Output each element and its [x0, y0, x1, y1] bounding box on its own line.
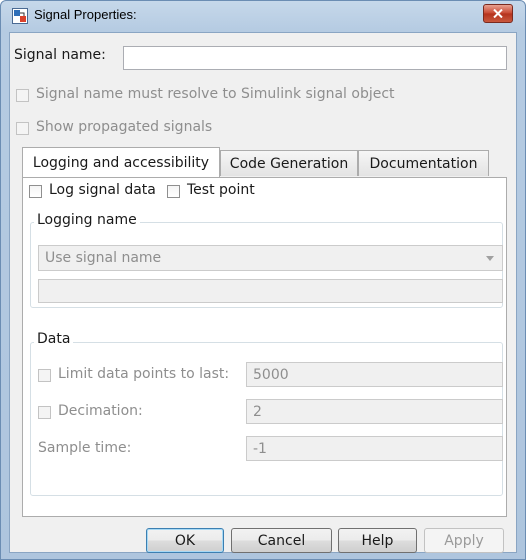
tab-label: Logging and accessibility: [32, 154, 210, 171]
ok-button-label: OK: [174, 532, 196, 549]
logging-name-field[interactable]: [38, 279, 503, 303]
dialog-window: Signal Properties: Signal name: Signal n…: [0, 0, 526, 560]
tab-label: Code Generation: [229, 155, 349, 172]
close-icon: [493, 9, 503, 18]
decimation-input[interactable]: 2: [246, 399, 503, 424]
tab-code-generation[interactable]: Code Generation: [220, 150, 358, 176]
limit-data-points-label: Limit data points to last:: [58, 366, 230, 382]
log-signal-data-checkbox[interactable]: [29, 185, 42, 198]
close-button[interactable]: [483, 4, 513, 23]
decimation-label: Decimation:: [58, 403, 143, 419]
tab-documentation[interactable]: Documentation: [358, 150, 489, 176]
show-propagated-checkbox[interactable]: [16, 122, 29, 135]
window-title: Signal Properties:: [34, 7, 137, 22]
tab-panel-logging: Log signal data Test point Logging name …: [22, 177, 507, 517]
logging-name-selected: Use signal name: [45, 250, 162, 266]
limit-data-points-input[interactable]: 5000: [246, 362, 503, 387]
decimation-value: 2: [253, 403, 262, 420]
chevron-down-icon: [486, 256, 494, 261]
ok-button[interactable]: OK: [146, 528, 224, 553]
title-bar[interactable]: Signal Properties:: [1, 1, 525, 31]
apply-button-label: Apply: [444, 532, 484, 549]
help-button-label: Help: [361, 532, 394, 549]
dialog-client-area: Signal name: Signal name must resolve to…: [9, 32, 517, 553]
sample-time-label: Sample time:: [38, 440, 132, 456]
apply-button[interactable]: Apply: [424, 528, 504, 553]
simulink-app-icon: [12, 8, 28, 24]
signal-name-input[interactable]: [123, 46, 507, 70]
resolve-signal-checkbox[interactable]: [16, 89, 29, 102]
sample-time-input[interactable]: -1: [246, 436, 503, 461]
sample-time-value: -1: [253, 440, 267, 457]
help-button[interactable]: Help: [338, 528, 417, 553]
tab-logging-and-accessibility[interactable]: Logging and accessibility: [22, 147, 220, 177]
data-group-title: Data: [34, 331, 74, 347]
signal-name-label: Signal name:: [14, 47, 106, 63]
decimation-checkbox[interactable]: [38, 406, 51, 419]
test-point-checkbox[interactable]: [167, 185, 180, 198]
cancel-button-label: Cancel: [257, 532, 306, 549]
show-propagated-label: Show propagated signals: [36, 119, 213, 135]
cancel-button[interactable]: Cancel: [231, 528, 332, 553]
limit-data-points-checkbox[interactable]: [38, 369, 51, 382]
logging-name-group-title: Logging name: [34, 212, 140, 228]
test-point-label: Test point: [187, 182, 255, 198]
resolve-signal-label: Signal name must resolve to Simulink sig…: [36, 86, 395, 102]
logging-name-dropdown[interactable]: Use signal name: [38, 245, 503, 271]
limit-data-points-value: 5000: [253, 366, 289, 383]
log-signal-data-label: Log signal data: [49, 182, 156, 198]
tab-label: Documentation: [369, 155, 478, 172]
